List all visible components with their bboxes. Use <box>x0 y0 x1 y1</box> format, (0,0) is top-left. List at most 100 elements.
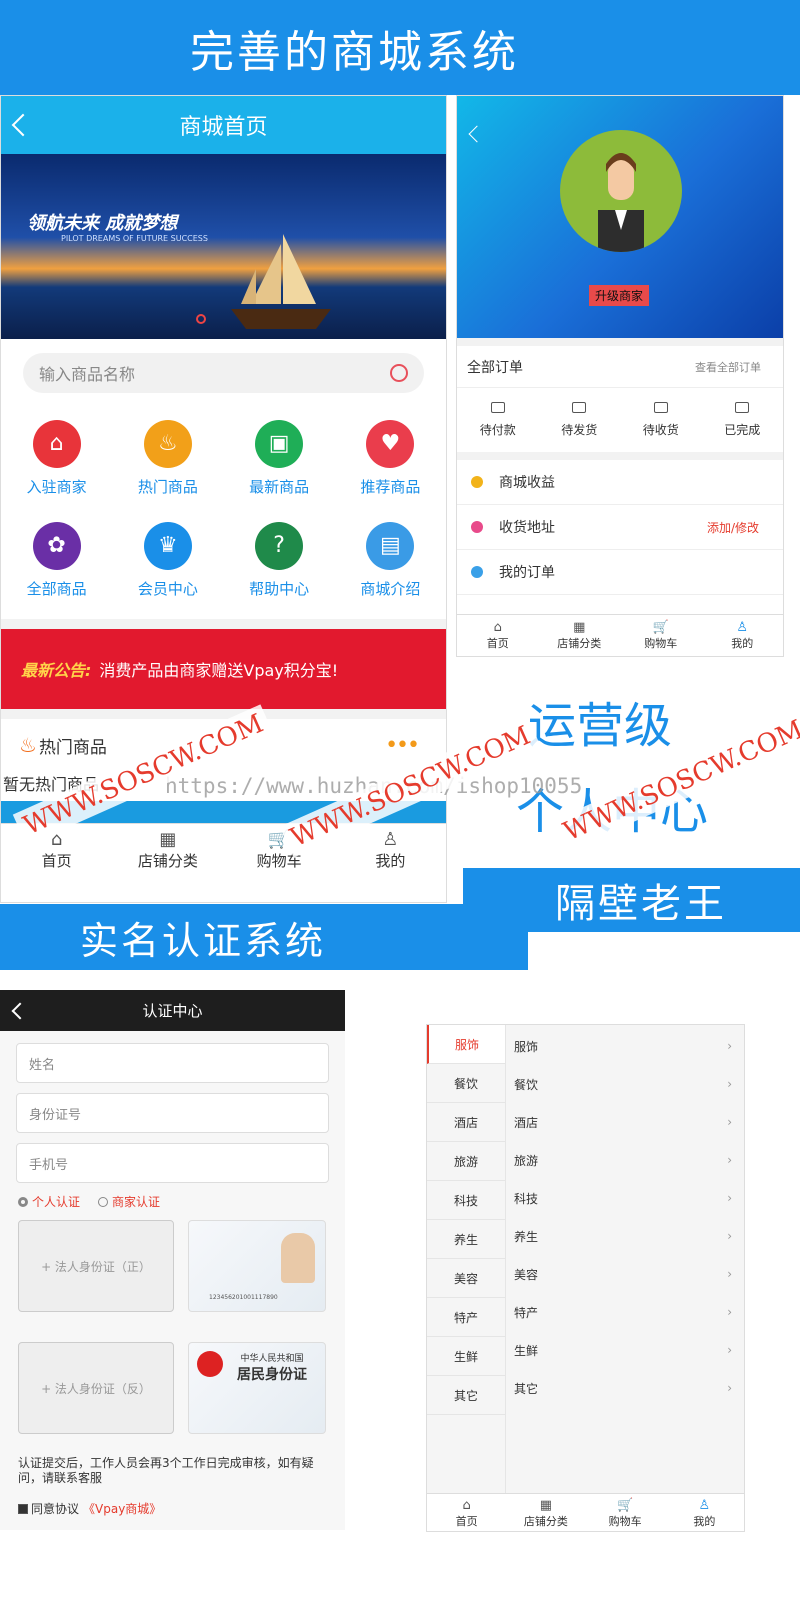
category-tab[interactable]: 酒店 <box>427 1103 505 1142</box>
cart-icon: 🛒 <box>652 620 669 635</box>
more-icon[interactable]: ••• <box>385 733 420 758</box>
order-tab[interactable]: 待收货 <box>620 388 702 452</box>
profile-tabbar: ⌂ 首页 ▦ 店铺分类 🛒 购物车 ♙ 我的 <box>457 614 783 656</box>
order-icon <box>471 566 483 578</box>
category-item[interactable]: 科技 › <box>506 1179 744 1217</box>
notice-bar[interactable]: 最新公告: 消费产品由商家赠送Vpay积分宝! <box>1 629 446 709</box>
merchant-auth-label[interactable]: 商家认证 <box>112 1193 160 1210</box>
category-item-label: 旅游 <box>514 1153 539 1168</box>
category-tab[interactable]: 餐饮 <box>427 1064 505 1103</box>
agree-checkbox[interactable] <box>18 1503 28 1514</box>
profile-row[interactable]: 商城收益 <box>457 460 783 505</box>
grid-label: 会员中心 <box>137 579 198 598</box>
tab-cart[interactable]: 🛒 购物车 <box>586 1494 665 1531</box>
orders-title: 全部订单 <box>467 359 523 376</box>
tab-user[interactable]: ♙ 我的 <box>665 1494 744 1531</box>
order-tab-label: 待发货 <box>561 423 598 437</box>
back-icon[interactable] <box>11 113 35 137</box>
grid-item[interactable]: ♛ 会员中心 <box>112 509 223 611</box>
category-item[interactable]: 餐饮 › <box>506 1065 744 1103</box>
category-item[interactable]: 服饰 › <box>506 1027 744 1065</box>
category-item[interactable]: 酒店 › <box>506 1103 744 1141</box>
grid-item[interactable]: ▣ 最新商品 <box>224 407 335 509</box>
profile-row[interactable]: 收货地址 添加/修改 <box>457 505 783 550</box>
chevron-right-icon: › <box>727 1115 732 1129</box>
category-screen: 服饰 餐饮 酒店 旅游 科技 养生 美容 特产 生鲜 其它 服饰 › 餐饮 › 酒店 › 旅游 › 科技 › 养生 › 美… <box>426 1024 745 1532</box>
ops-label: 运营级 <box>528 698 673 754</box>
category-tabbar: ⌂ 首页 ▦ 店铺分类 🛒 购物车 ♙ 我的 <box>427 1493 744 1531</box>
category-tab[interactable]: 特产 <box>427 1298 505 1337</box>
category-tab[interactable]: 生鲜 <box>427 1337 505 1376</box>
tab-cart[interactable]: 🛒 购物车 <box>620 615 702 656</box>
agreement-link[interactable]: 《Vpay商城》 <box>83 1500 161 1517</box>
tab-user[interactable]: ♙ 我的 <box>702 615 784 656</box>
category-item[interactable]: 旅游 › <box>506 1141 744 1179</box>
grid-item[interactable]: ? 帮助中心 <box>224 509 335 611</box>
category-item[interactable]: 美容 › <box>506 1255 744 1293</box>
tab-label: 首页 <box>41 851 72 870</box>
phone-field[interactable]: 手机号 <box>16 1143 329 1183</box>
person-photo-icon <box>281 1233 315 1283</box>
tab-label: 首页 <box>486 637 509 650</box>
grid-item[interactable]: ♨ 热门商品 <box>112 407 223 509</box>
profile-row-label: 商城收益 <box>499 475 555 491</box>
hero-banner[interactable]: 领航未来 成就梦想 PILOT DREAMS OF FUTURE SUCCESS <box>1 154 446 339</box>
tab-label: 我的 <box>375 851 406 870</box>
category-item[interactable]: 生鲜 › <box>506 1331 744 1369</box>
name-field[interactable]: 姓名 <box>16 1043 329 1083</box>
order-tab[interactable]: 已完成 <box>702 388 784 452</box>
category-tab[interactable]: 旅游 <box>427 1142 505 1181</box>
profile-row[interactable]: 我的订单 <box>457 550 783 595</box>
category-item[interactable]: 特产 › <box>506 1293 744 1331</box>
category-item[interactable]: 其它 › <box>506 1369 744 1407</box>
category-item[interactable]: 养生 › <box>506 1217 744 1255</box>
upload-id-back[interactable]: + 法人身份证（反） <box>18 1342 174 1434</box>
order-tab[interactable]: 待发货 <box>539 388 621 452</box>
category-item-label: 生鲜 <box>514 1343 539 1358</box>
radio-personal[interactable] <box>18 1196 28 1207</box>
profile-row-extra[interactable]: 添加/修改 <box>707 519 759 536</box>
back-icon[interactable] <box>11 1002 29 1019</box>
search-bar[interactable]: 输入商品名称 <box>23 353 424 393</box>
tab-home[interactable]: ⌂ 首页 <box>427 1494 506 1531</box>
category-tab[interactable]: 科技 <box>427 1181 505 1220</box>
chevron-right-icon: › <box>727 1267 732 1281</box>
category-item-label: 科技 <box>514 1191 539 1206</box>
tab-grid[interactable]: ▦ 店铺分类 <box>539 615 621 656</box>
slide-dot[interactable] <box>196 314 206 324</box>
tab-grid[interactable]: ▦ 店铺分类 <box>112 824 223 875</box>
auth-type-radios: 个人认证 商家认证 <box>0 1193 345 1210</box>
user-icon: ♙ <box>736 620 749 635</box>
grid-item[interactable]: ⌂ 入驻商家 <box>1 407 112 509</box>
id-card-title: 居民身份证 <box>237 1367 307 1383</box>
order-tab[interactable]: 待付款 <box>457 388 539 452</box>
category-tab[interactable]: 美容 <box>427 1259 505 1298</box>
upload-id-front[interactable]: + 法人身份证（正） <box>18 1220 174 1312</box>
id-number-field[interactable]: 身份证号 <box>16 1093 329 1133</box>
category-icon: ✿ <box>32 521 81 570</box>
back-icon[interactable] <box>468 125 486 143</box>
avatar[interactable] <box>560 130 682 252</box>
tab-home[interactable]: ⌂ 首页 <box>457 615 539 656</box>
glyph-icon: ▤ <box>379 533 401 558</box>
upgrade-badge[interactable]: 升级商家 <box>589 285 650 306</box>
grid-item[interactable]: ✿ 全部商品 <box>1 509 112 611</box>
radio-merchant[interactable] <box>98 1196 109 1207</box>
category-tab[interactable]: 其它 <box>427 1376 505 1415</box>
tab-grid[interactable]: ▦ 店铺分类 <box>506 1494 585 1531</box>
realname-title: 实名认证系统 <box>80 918 327 963</box>
search-input[interactable]: 输入商品名称 <box>39 361 135 385</box>
tab-label: 购物车 <box>608 1515 642 1528</box>
category-icon: ⌂ <box>32 419 81 468</box>
personal-auth-label[interactable]: 个人认证 <box>32 1193 80 1210</box>
grid-item[interactable]: ♥ 推荐商品 <box>335 407 446 509</box>
grid-item[interactable]: ▤ 商城介绍 <box>335 509 446 611</box>
agreement-row: 同意协议 《Vpay商城》 <box>0 1500 345 1517</box>
category-tab[interactable]: 服饰 <box>427 1025 505 1064</box>
chevron-right-icon: › <box>727 1039 732 1053</box>
category-tab[interactable]: 养生 <box>427 1220 505 1259</box>
category-item-label: 养生 <box>514 1229 539 1244</box>
view-all-orders-link[interactable]: 查看全部订单 <box>695 359 761 375</box>
hot-title: 热门商品 <box>38 737 107 758</box>
search-icon[interactable] <box>390 364 408 382</box>
